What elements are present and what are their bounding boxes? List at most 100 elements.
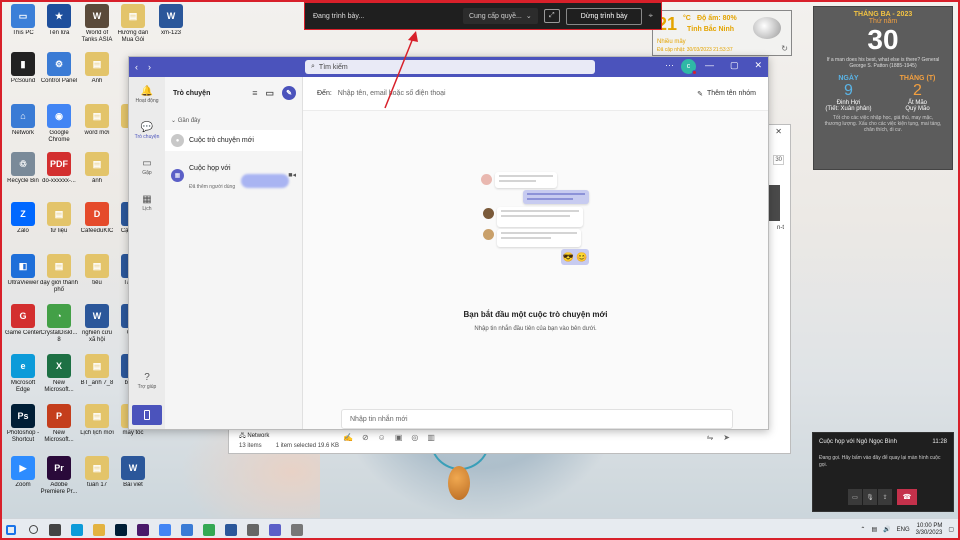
desktop-icon[interactable]: ▶ Zoom [4,456,42,506]
device-button[interactable] [132,405,162,425]
mic-icon[interactable]: 🎙 [863,489,877,505]
filter-icon[interactable]: ≡ [252,88,257,98]
close-icon[interactable]: ✕ [775,127,782,136]
language-indicator[interactable]: ENG [897,527,910,533]
desktop-icon[interactable]: PDF do-xxxxxx-... [40,152,78,202]
app-rail: 🔔 Hoạt động 💬 Trò chuyện ▭ Gặp ▦ Lịch ? Trợ g… [129,77,165,429]
minimize-icon[interactable]: — [705,60,714,71]
network-icon[interactable]: ▤ [871,526,877,533]
recipient-input[interactable]: Nhập tên, email hoặc số điện thoại [338,90,446,97]
avatar[interactable]: c [681,59,697,75]
taskbar-app-1-icon[interactable] [242,519,264,540]
desktop-icon[interactable]: ⚙ Control Panel [40,52,78,102]
forward-icon[interactable]: › [148,62,151,72]
desktop-icon[interactable]: ▤ Lịch lịch mới [78,404,116,454]
rail-item-chat[interactable]: 💬 Trò chuyện [129,113,165,149]
attach-icon[interactable]: ⊘ [362,433,369,442]
pin-icon[interactable]: ⌖ [648,11,653,21]
desktop-icon[interactable]: D CafeeduKIC [78,202,116,252]
taskbar-task-view-icon[interactable] [44,519,66,540]
desktop-icon[interactable]: Pr Adobe Premiere Pr... [40,456,78,506]
taskbar-snipping-icon[interactable] [176,519,198,540]
rail-item-activity[interactable]: 🔔 Hoạt động [129,77,165,113]
emoji-icon[interactable]: ☺ [378,433,386,442]
desktop-icon[interactable]: Z Zalo [4,202,42,252]
desktop-icon[interactable]: ▤ ảnh [78,152,116,202]
stop-presenting-button[interactable]: Dừng trình bày [565,7,643,25]
desktop-icon[interactable]: ▮ PcSound [4,52,42,102]
desktop-icon[interactable]: ▤ Anh [78,52,116,102]
taskbar-app-2-icon[interactable] [286,519,308,540]
camera-icon[interactable]: ▭ [848,489,862,505]
send-icon[interactable]: ➤ [723,433,730,442]
search-input[interactable]: ⌕ Tìm kiếm [305,60,595,74]
desktop-icon[interactable]: ▤ Hướng dẫn Mua Gói [114,4,152,54]
desktop-icon[interactable]: ▤ đạy giới thành phố [40,254,78,304]
add-group-name-button[interactable]: ✎ Thêm tên nhóm [697,90,768,98]
taskbar-start-icon[interactable] [0,519,22,540]
taskbar-word-icon[interactable] [220,519,242,540]
desktop-icon[interactable]: G Game Center [4,304,42,354]
compose-box[interactable]: Nhập tin nhắn mới [341,409,733,429]
chat-item-meeting[interactable]: ▦ Cuộc họp với Đã thêm người dùng ■◂ [165,153,302,197]
chat-item-new[interactable]: ● Cuộc trò chuyện mới [165,130,302,151]
taskbar-photoshop-icon[interactable] [110,519,132,540]
taskbar-chrome-2-icon[interactable] [198,519,220,540]
hang-up-button[interactable]: ☎ [897,489,917,505]
rail-item-help[interactable]: ? Trợ giúp [129,363,165,399]
desktop-icon[interactable]: X New Microsoft... [40,354,78,404]
desktop-icon[interactable]: Wxm-123 [152,4,190,54]
desktop-icon[interactable]: ◧ UltraViewer [4,254,42,304]
rail-label: Trợ giúp [137,384,157,390]
desktop-icon[interactable]: Ps Photoshop - Shortcut [4,404,42,454]
taskbar-file-explorer-icon[interactable] [88,519,110,540]
back-icon[interactable]: ‹ [135,62,138,72]
format-icon[interactable]: ✍ [343,433,353,442]
meet-now-icon[interactable]: ▭ [265,88,274,99]
share-icon[interactable]: ⇪ [878,489,892,505]
desktop-icon[interactable]: ▤ tuần 17 [78,456,116,506]
call-notification[interactable]: Cuộc họp với Ngô Ngọc Bình 11:28 Đang gọ… [812,432,954,512]
rail-item-meet[interactable]: ▭ Gặp [129,149,165,185]
notification-time: 11:28 [932,439,947,445]
chevron-up-icon[interactable]: ⌃ [860,526,865,533]
share-screen-icon[interactable]: ⤢ [543,9,560,23]
taskbar-chrome-icon[interactable] [154,519,176,540]
give-control-dropdown[interactable]: Cung cấp quyề... ⌄ [462,8,538,24]
notification-center-icon[interactable]: ▢ [948,526,954,533]
desktop-icon[interactable]: ▤ tư liệu [40,202,78,252]
desktop-icon[interactable]: ▭ This PC [4,4,42,54]
desktop-icon[interactable]: ▤ word mới [78,104,116,154]
desktop-icon[interactable]: ◔ CrystalDiskI... 8 [40,304,78,354]
desktop-icon[interactable]: ⌂ Network [4,104,42,154]
taskbar-premiere-icon[interactable] [132,519,154,540]
desktop-icon[interactable]: ▤ tiểu [78,254,116,304]
desktop-icon[interactable]: ◉ Google Chrome [40,104,78,154]
recent-section-header[interactable]: ⌄ Gần đây [165,109,302,128]
more-options-icon[interactable]: ··· [665,60,674,70]
explorer-network-item[interactable]: 🖧 Network [239,431,269,441]
taskbar-search-icon[interactable] [22,519,44,540]
taskbar-teams-icon[interactable] [264,519,286,540]
chart-icon[interactable]: ▥ [427,433,435,442]
desktop-icon[interactable]: ♲ Recycle Bin [4,152,42,202]
clock[interactable]: 10:00 PM 3/30/2023 [916,523,943,537]
sticker-icon[interactable]: ◎ [411,433,418,442]
rail-item-calendar[interactable]: ▦ Lịch [129,185,165,221]
desktop-icon[interactable]: ★ Tên lửa [40,4,78,54]
gif-icon[interactable]: ▣ [395,433,403,442]
desktop-icon[interactable]: e Microsoft Edge [4,354,42,404]
new-chat-icon[interactable]: ✎ [282,86,296,100]
refresh-icon[interactable]: ↻ [781,44,788,53]
maximize-icon[interactable]: ▢ [730,60,739,71]
taskbar-edge-icon[interactable] [66,519,88,540]
close-icon[interactable]: ✕ [754,60,762,71]
desktop-icon[interactable]: W World of Tanks ASIA [78,4,116,54]
volume-icon[interactable]: 🔊 [883,526,890,533]
desktop-icon[interactable]: P New Microsoft... [40,404,78,454]
desktop-icon[interactable]: W Bài viết [114,456,152,506]
desktop-icon[interactable]: Wnghiên cứu xã hội [78,304,116,354]
message-bubble [497,207,583,227]
desktop-icon[interactable]: ▤ BT_anh 7_8 [78,354,116,404]
loop-icon[interactable]: ⇋ [707,433,714,442]
